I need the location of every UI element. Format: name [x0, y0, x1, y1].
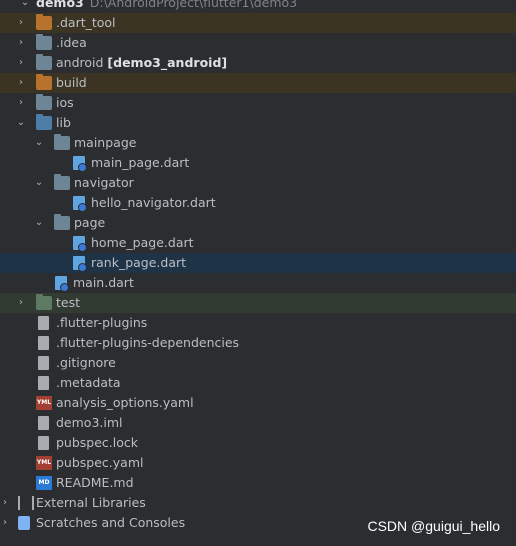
tree-item-label: .idea: [56, 35, 87, 50]
tree-item-label: test: [56, 295, 81, 310]
chevron-down-icon[interactable]: ⌄: [16, 113, 26, 133]
tree-item-dart-tool[interactable]: › .dart_tool: [0, 13, 516, 33]
tree-item-idea[interactable]: › .idea: [0, 33, 516, 53]
dart-file-icon: [73, 196, 87, 212]
tree-item-label: analysis_options.yaml: [56, 395, 194, 410]
tree-item-demo3-iml[interactable]: demo3.iml: [0, 413, 516, 433]
tree-item-label: External Libraries: [36, 495, 146, 510]
tree-item-label: pubspec.lock: [56, 435, 139, 450]
tree-item-label: .flutter-plugins: [56, 315, 148, 330]
folder-icon: [36, 114, 52, 130]
tree-item-label: rank_page.dart: [91, 255, 187, 270]
tree-item-page[interactable]: ⌄ page: [0, 213, 516, 233]
project-tree: ⌄ demo3 D:\AndroidProject\flutter1\demo3 …: [0, 0, 516, 533]
chevron-right-icon[interactable]: ›: [16, 293, 26, 313]
tree-item-navigator[interactable]: ⌄ navigator: [0, 173, 516, 193]
markdown-file-icon: MD: [36, 476, 52, 490]
tree-item-mainpage[interactable]: ⌄ mainpage: [0, 133, 516, 153]
dart-file-icon: [73, 236, 87, 252]
tree-item-analysis-options[interactable]: YML analysis_options.yaml: [0, 393, 516, 413]
tree-item-label: mainpage: [74, 135, 137, 150]
chevron-right-icon[interactable]: ›: [16, 73, 26, 93]
tree-item-label: .flutter-plugins-dependencies: [56, 335, 240, 350]
tree-item-label: README.md: [56, 475, 134, 490]
folder-icon: [36, 14, 52, 30]
tree-item-label: main_page.dart: [91, 155, 190, 170]
file-icon: [38, 316, 49, 330]
chevron-down-icon[interactable]: ⌄: [34, 133, 44, 153]
tree-item-label: demo3.iml: [56, 415, 123, 430]
tree-item-rank-page-dart[interactable]: rank_page.dart: [0, 253, 516, 273]
folder-icon: [36, 54, 52, 70]
gitignore-icon: [38, 356, 49, 370]
tree-item-label: ios: [56, 95, 74, 110]
tree-item-ios[interactable]: › ios: [0, 93, 516, 113]
tree-item-label: home_page.dart: [91, 235, 194, 250]
dart-file-icon: [73, 256, 87, 272]
tree-item-label: page: [74, 215, 106, 230]
dart-file-icon: [55, 276, 69, 292]
tree-item-home-page-dart[interactable]: home_page.dart: [0, 233, 516, 253]
tree-item-android[interactable]: › android [demo3_android]: [0, 53, 516, 73]
tree-item-pubspec-lock[interactable]: pubspec.lock: [0, 433, 516, 453]
chevron-down-icon[interactable]: ⌄: [34, 213, 44, 233]
folder-icon: [54, 134, 70, 150]
yaml-file-icon: YML: [36, 396, 52, 410]
tree-item-flutter-plugins-dependencies[interactable]: .flutter-plugins-dependencies: [0, 333, 516, 353]
chevron-right-icon[interactable]: ›: [16, 53, 26, 73]
scratches-icon: [18, 516, 30, 530]
tree-item-label: lib: [56, 115, 71, 130]
file-icon: [38, 376, 49, 390]
tree-item-metadata[interactable]: .metadata: [0, 373, 516, 393]
folder-icon: [54, 214, 70, 230]
yaml-file-icon: YML: [36, 456, 52, 470]
tree-item-readme[interactable]: MD README.md: [0, 473, 516, 493]
tree-item-label: hello_navigator.dart: [91, 195, 216, 210]
tree-item-label: pubspec.yaml: [56, 455, 144, 470]
csdn-watermark: CSDN @guigui_hello: [367, 518, 500, 534]
tree-item-gitignore[interactable]: .gitignore: [0, 353, 516, 373]
tree-item-label: main.dart: [73, 275, 134, 290]
folder-icon: [36, 294, 52, 310]
tree-item-lib[interactable]: ⌄ lib: [0, 113, 516, 133]
root-name: demo3: [36, 0, 84, 10]
folder-icon: [36, 34, 52, 50]
tree-item-label: build: [56, 75, 87, 90]
file-icon: [38, 336, 49, 350]
tree-item-label: .gitignore: [56, 355, 116, 370]
chevron-down-icon[interactable]: ⌄: [20, 0, 30, 13]
tree-item-pubspec-yaml[interactable]: YML pubspec.yaml: [0, 453, 516, 473]
tree-item-label: android: [56, 55, 104, 70]
root-path: D:\AndroidProject\flutter1\demo3: [89, 0, 298, 10]
iml-file-icon: [38, 416, 49, 430]
chevron-right-icon[interactable]: ›: [16, 13, 26, 33]
tree-item-flutter-plugins[interactable]: .flutter-plugins: [0, 313, 516, 333]
folder-icon: [36, 94, 52, 110]
chevron-down-icon[interactable]: ⌄: [34, 173, 44, 193]
chevron-right-icon[interactable]: ›: [16, 33, 26, 53]
tree-item-label: navigator: [74, 175, 134, 190]
tree-item-main-dart[interactable]: main.dart: [0, 273, 516, 293]
tree-item-label: Scratches and Consoles: [36, 515, 186, 530]
library-icon: [18, 496, 34, 510]
chevron-right-icon[interactable]: ›: [16, 93, 26, 113]
tree-root-demo3[interactable]: ⌄ demo3 D:\AndroidProject\flutter1\demo3: [0, 0, 516, 13]
dart-file-icon: [73, 156, 87, 172]
file-icon: [38, 436, 49, 450]
chevron-right-icon[interactable]: ›: [0, 493, 10, 513]
tree-item-main-page-dart[interactable]: main_page.dart: [0, 153, 516, 173]
tree-item-label: .dart_tool: [56, 15, 116, 30]
module-name: [demo3_android]: [107, 55, 228, 70]
chevron-right-icon[interactable]: ›: [0, 513, 10, 533]
tree-item-test[interactable]: › test: [0, 293, 516, 313]
tree-item-hello-navigator-dart[interactable]: hello_navigator.dart: [0, 193, 516, 213]
tree-item-external-libraries[interactable]: › External Libraries: [0, 493, 516, 513]
folder-icon: [54, 174, 70, 190]
folder-icon: [36, 74, 52, 90]
tree-item-build[interactable]: › build: [0, 73, 516, 93]
tree-item-label: .metadata: [56, 375, 121, 390]
